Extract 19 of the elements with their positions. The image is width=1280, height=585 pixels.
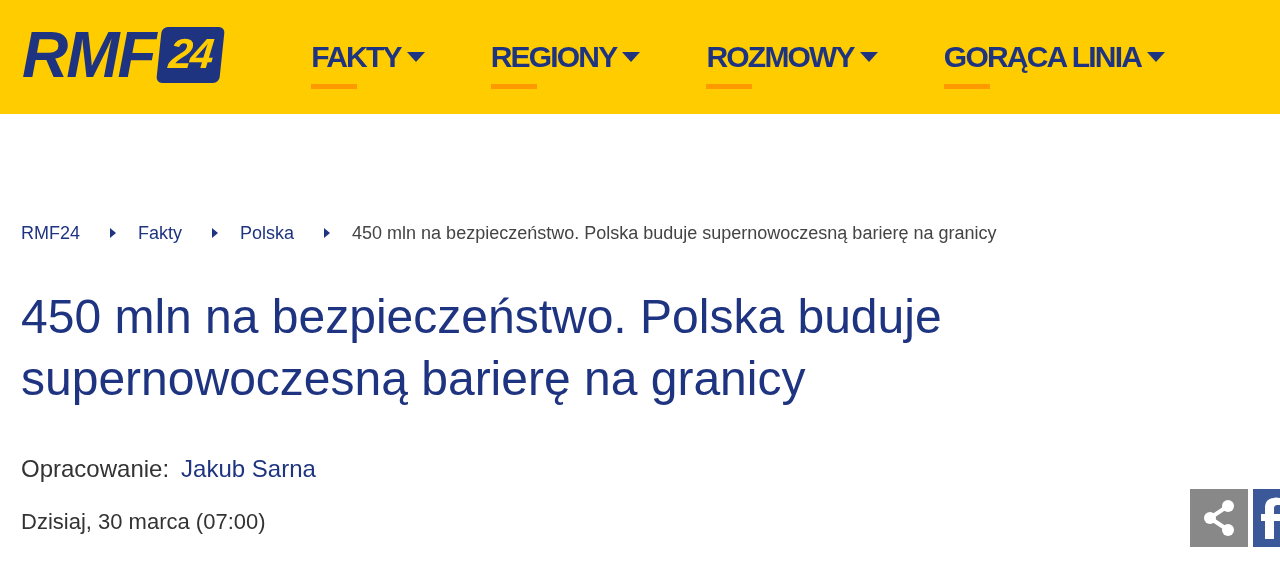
breadcrumb-link[interactable]: Fakty [138,219,183,247]
caret-icon [859,52,878,62]
chevron-icon [212,228,219,238]
chevron-icon [110,228,116,238]
caret-icon [406,52,425,62]
share-icon [1202,498,1236,537]
breadcrumb-current: 450 mln na bezpieczeństwo. Polska buduje supernowoczesną barierę na granicy [352,221,997,245]
share-button[interactable] [1190,488,1248,547]
author-label: Opracowanie: [21,453,170,484]
caret-icon [622,52,641,62]
author-link[interactable]: Jakub Sarna [181,450,316,487]
publish-date: Dzisiaj, 30 marca (07:00) [21,507,266,536]
chevron-icon [324,228,331,238]
breadcrumb-link[interactable]: RMF24 [21,219,80,247]
breadcrumb-link[interactable]: Polska [240,219,295,247]
caret-icon [1147,52,1166,62]
rmf24-logo[interactable]: RMF 24 [22,23,222,87]
facebook-button[interactable] [1253,488,1280,547]
article-title: 450 mln na bezpieczeństwo. Polska buduje supernowoczesną barierę na granicy [21,289,943,408]
